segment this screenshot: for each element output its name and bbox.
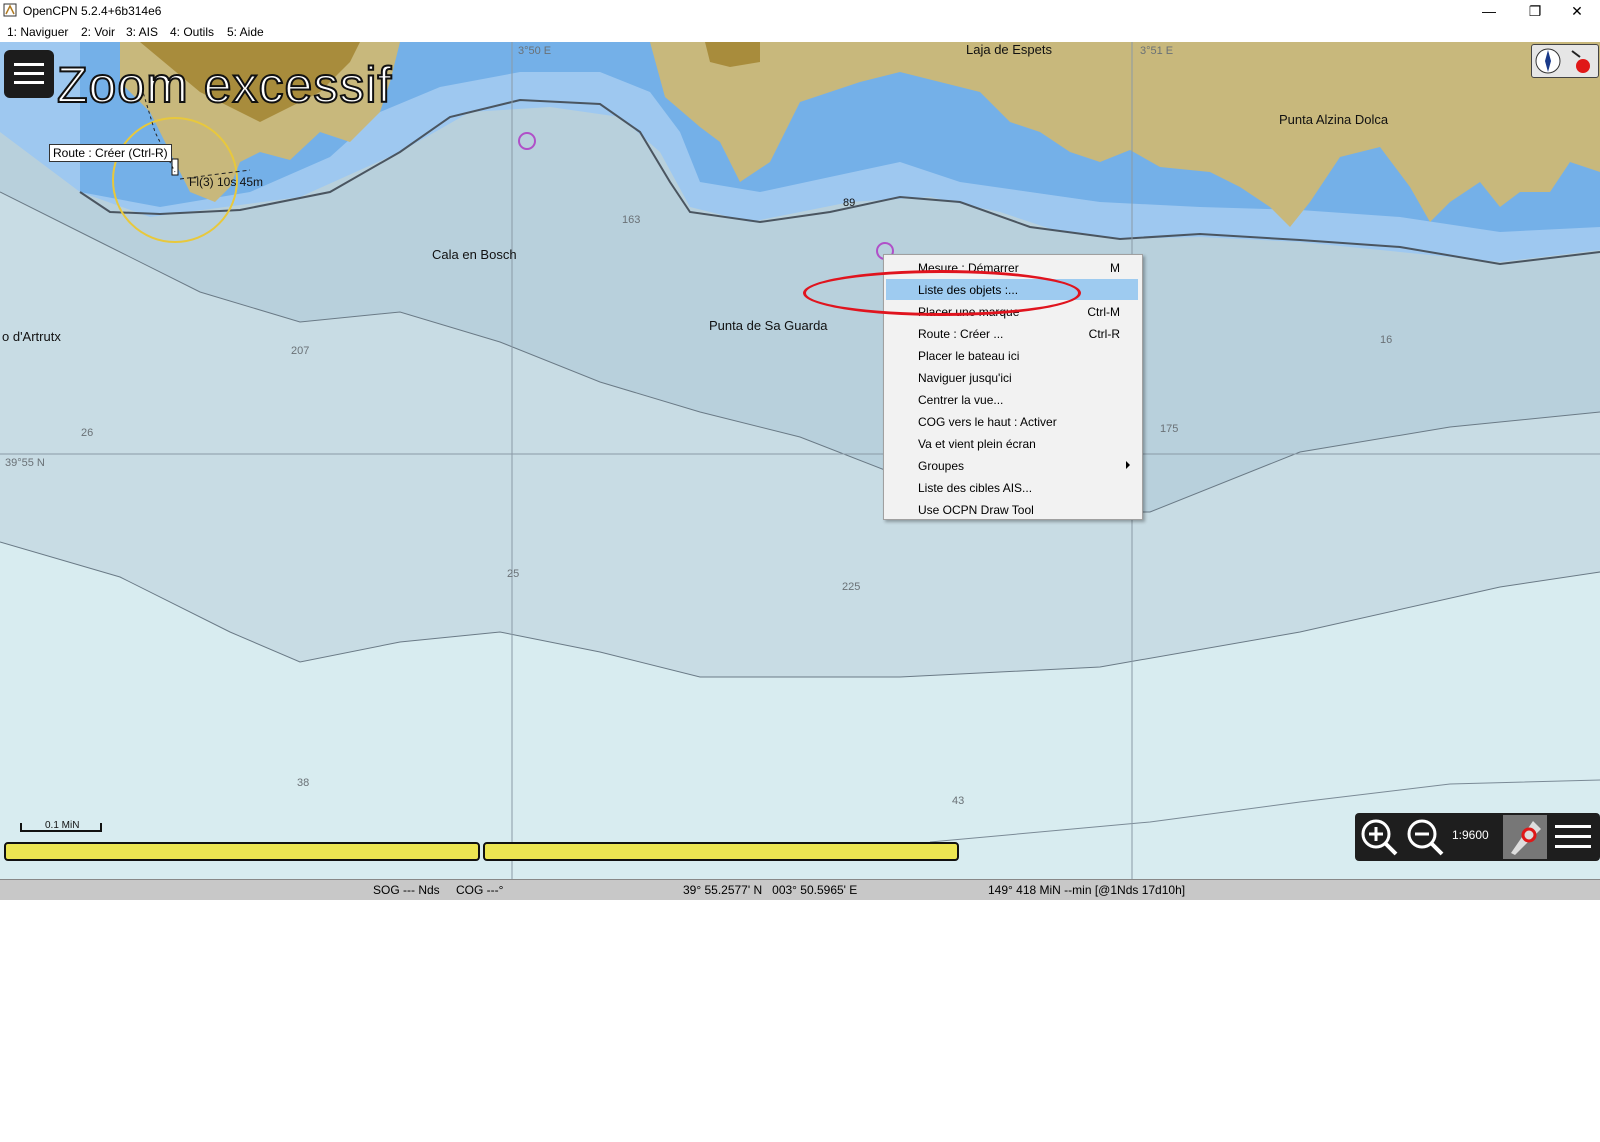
title-bar: OpenCPN 5.2.4+6b314e6 — ❐ ✕	[0, 0, 1600, 22]
menu-bar: 1: Naviguer 2: Voir 3: AIS 4: Outils 5: …	[0, 22, 1600, 42]
sounding: 38	[297, 777, 310, 789]
zoom-in-icon[interactable]	[1359, 817, 1399, 857]
context-item-placer-bateau[interactable]: Placer le bateau ici	[886, 345, 1138, 366]
menu-aide[interactable]: 5: Aide	[227, 25, 264, 39]
sounding: 25	[507, 568, 520, 580]
menu-outils[interactable]: 4: Outils	[170, 25, 214, 39]
opencpn-app-icon	[3, 3, 17, 17]
route-tooltip: Route : Créer (Ctrl-R)	[49, 144, 172, 162]
grid-lat-label: 39°55 N	[5, 457, 45, 469]
sounding: 89	[843, 197, 856, 209]
context-item-ocpn-draw[interactable]: Use OCPN Draw Tool	[886, 499, 1138, 520]
context-item-groupes[interactable]: Groupes	[886, 455, 1138, 476]
status-cog: COG ---°	[456, 883, 504, 897]
compass-gps-indicator[interactable]	[1531, 44, 1599, 78]
grid-lon-label-1: 3°50 E	[518, 45, 552, 57]
sounding: 26	[81, 427, 94, 439]
menu-ais[interactable]: 3: AIS	[126, 25, 158, 39]
light-characteristic-label: Fl(3) 10s 45m	[189, 175, 264, 189]
sounding: 43	[952, 795, 965, 807]
place-laja-de-espets: Laja de Espets	[966, 42, 1053, 57]
compass-icon	[1535, 48, 1590, 74]
zoom-out-icon[interactable]	[1405, 817, 1445, 857]
context-item-centrer-vue[interactable]: Centrer la vue...	[886, 389, 1138, 410]
status-sog: SOG --- Nds	[373, 883, 440, 897]
minimize-button[interactable]: —	[1466, 0, 1512, 22]
status-position: 39° 55.2577' N 003° 50.5965' E	[683, 883, 858, 897]
context-item-plein-ecran[interactable]: Va et vient plein écran	[886, 433, 1138, 454]
menu-voir[interactable]: 2: Voir	[81, 25, 115, 39]
place-cala-en-bosch: Cala en Bosch	[432, 247, 517, 262]
sounding: 207	[291, 345, 310, 357]
menu-naviguer[interactable]: 1: Naviguer	[7, 25, 68, 39]
red-annotation-ellipse	[803, 270, 1081, 316]
context-item-route-creer[interactable]: Route : Créer ... Ctrl-R	[886, 323, 1138, 344]
grid-lon-label-2: 3°51 E	[1140, 45, 1174, 57]
sounding: 175	[1160, 423, 1179, 435]
submenu-arrow-icon	[1126, 461, 1130, 469]
hamburger-menu-icon[interactable]	[1553, 819, 1593, 855]
chart-bar-segment-2[interactable]	[483, 842, 959, 861]
context-item-cog-haut[interactable]: COG vers le haut : Activer	[886, 411, 1138, 432]
scale-reading: 1:9600	[1452, 828, 1489, 842]
sounding: 16	[1380, 334, 1393, 346]
context-item-cibles-ais[interactable]: Liste des cibles AIS...	[886, 477, 1138, 498]
status-bearing-distance: 149° 418 MiN --min [@1Nds 17d10h]	[988, 883, 1186, 897]
follow-boat-icon[interactable]	[1503, 815, 1547, 859]
chart-canvas[interactable]: Zoom excessif Route : Créer (Ctrl-R) Fl(…	[0, 42, 1600, 879]
window-title: OpenCPN 5.2.4+6b314e6	[23, 4, 162, 18]
chart-drawing	[0, 42, 1600, 879]
place-punta-de-sa-guarda: Punta de Sa Guarda	[709, 318, 828, 333]
context-item-naviguer-ici[interactable]: Naviguer jusqu'ici	[886, 367, 1138, 388]
restore-button[interactable]: ❐	[1512, 0, 1558, 22]
chart-bar-segment-1[interactable]	[4, 842, 480, 861]
status-bar: SOG --- Nds COG ---° 39° 55.2577' N 003°…	[0, 879, 1600, 900]
place-artrutx: o d'Artrutx	[2, 329, 61, 344]
close-button[interactable]: ✕	[1554, 0, 1600, 22]
sounding: 225	[842, 581, 861, 593]
main-menu-hamburger-button[interactable]	[4, 50, 54, 98]
chart-scale-bar: 0.1 MiN	[20, 820, 102, 833]
place-punta-alzina-dolca: Punta Alzina Dolca	[1279, 112, 1389, 127]
zoom-warning-overlay: Zoom excessif	[56, 56, 393, 114]
sounding: 163	[622, 214, 641, 226]
